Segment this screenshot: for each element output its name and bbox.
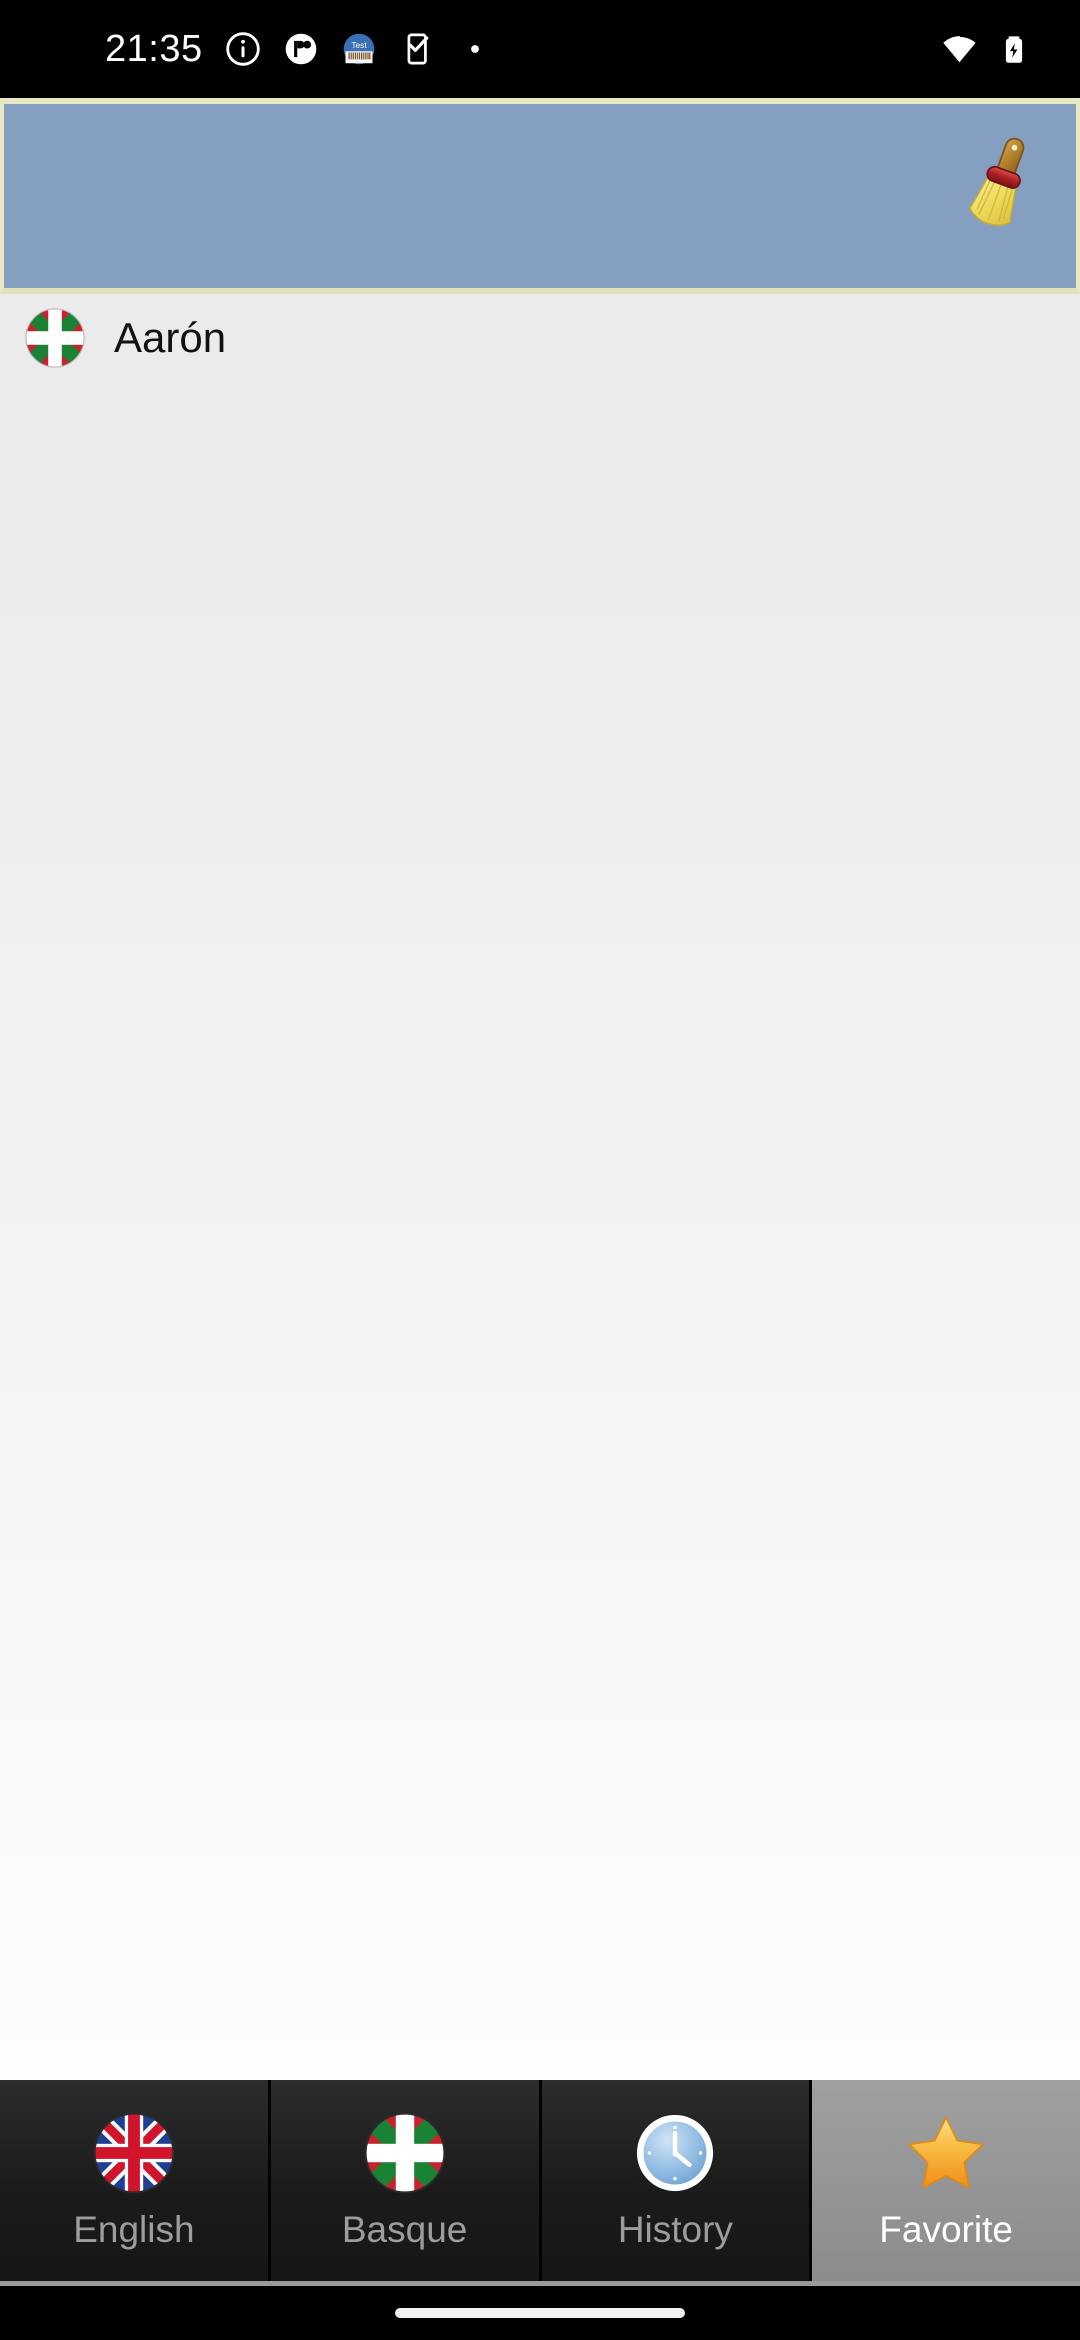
tab-favorite[interactable]: Favorite	[812, 2080, 1080, 2281]
status-bar-right-group	[942, 31, 1032, 67]
tab-favorite-label: Favorite	[879, 2208, 1013, 2250]
status-bar-left-group: 21:35 Test	[105, 28, 493, 71]
pie-chart-circle-icon	[283, 31, 319, 67]
list-item-label: Aarón	[114, 314, 227, 361]
uk-flag-icon	[93, 2112, 175, 2193]
favorites-list[interactable]: Aarón	[0, 294, 1080, 2080]
tab-history[interactable]: History	[541, 2080, 813, 2281]
test-app-icon: Test	[341, 31, 377, 67]
phone-screen: 21:35 Test Aarón English Basque History …	[0, 0, 1080, 2340]
tab-english[interactable]: English	[0, 2080, 271, 2281]
header-action-bar	[0, 98, 1080, 294]
gesture-nav-area	[0, 2286, 1080, 2340]
bottom-tab-bar: English Basque History Favorite	[0, 2080, 1080, 2286]
svg-text:Test: Test	[351, 40, 367, 50]
basque-flag-icon	[25, 308, 85, 368]
dot-icon	[457, 31, 493, 67]
checkbox-phone-icon	[399, 31, 435, 67]
star-icon	[908, 2116, 984, 2189]
clear-broom-button[interactable]	[942, 122, 1062, 242]
basque-flag-icon	[364, 2112, 445, 2193]
gesture-home-pill[interactable]	[395, 2308, 685, 2318]
status-bar: 21:35 Test	[0, 0, 1080, 98]
clock-icon	[637, 2114, 714, 2191]
tab-basque[interactable]: Basque	[270, 2080, 542, 2281]
status-bar-clock: 21:35	[105, 27, 203, 70]
tab-history-label: History	[617, 2208, 733, 2250]
broom-icon	[969, 137, 1025, 226]
info-circle-icon	[225, 31, 261, 67]
wifi-icon	[942, 31, 978, 67]
tab-basque-label: Basque	[341, 2208, 468, 2250]
list-item[interactable]: Aarón	[0, 294, 1080, 382]
battery-charging-icon	[996, 31, 1032, 67]
tab-english-label: English	[73, 2208, 195, 2250]
